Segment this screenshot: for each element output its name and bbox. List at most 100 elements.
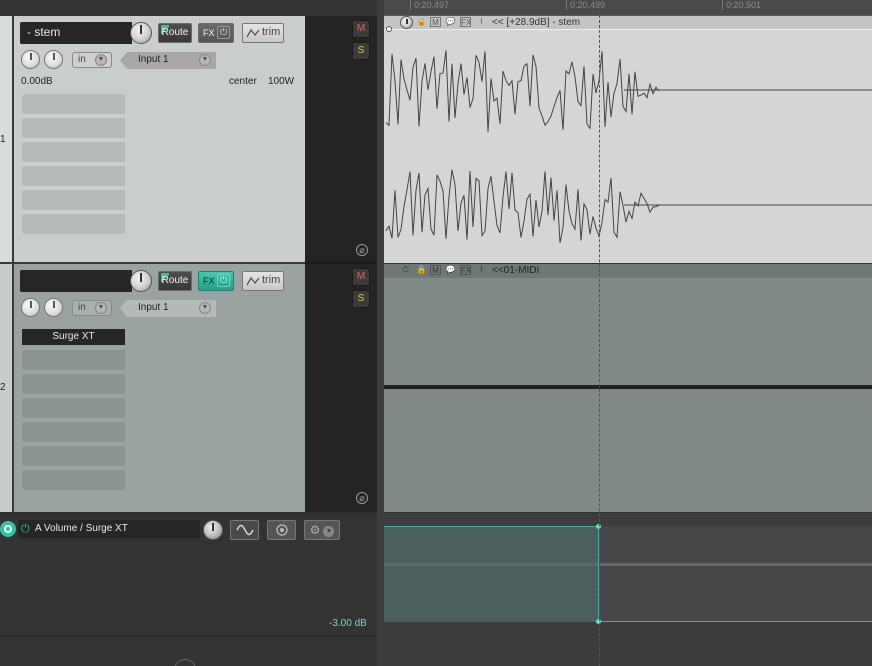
track-1-fx-slot[interactable] [22, 166, 125, 186]
envelope-icon[interactable]: ⌇ [476, 265, 487, 275]
track-2-fx-label: FX [203, 276, 215, 286]
power-icon[interactable]: ⏻ [21, 520, 30, 538]
envelope-icon[interactable]: ⌇ [476, 17, 487, 27]
track-2-number: 2 [0, 382, 6, 393]
envelope-lane-panel[interactable]: ⏻ A Volume / Surge XT ⚙ ▼ -3.00 dB [0, 513, 377, 635]
lock-icon[interactable]: 🔒 [416, 265, 427, 275]
ruler-tick [722, 0, 723, 10]
phase-invert-icon[interactable]: ⌀ [356, 492, 368, 504]
track-2-controls: Route FX ⏻ trim in ▼ IN FX Input 1 ▼ Sur… [14, 264, 305, 512]
midi-item[interactable] [384, 264, 872, 512]
envelope-arm-button[interactable] [267, 520, 296, 540]
envelope-icon [246, 28, 260, 38]
mute-icon[interactable]: M [430, 265, 441, 275]
timeline-ruler[interactable]: 0:20.497 0:20.499 0:20.501 [384, 0, 872, 16]
track-2-solo-button[interactable]: S [352, 290, 370, 308]
track-1-route-label: Route [161, 27, 189, 38]
track-1-trim-label: trim [262, 26, 281, 38]
track-2-route-button[interactable]: Route [158, 271, 192, 291]
track-1-fx-slot[interactable] [22, 214, 125, 234]
track-2-panel[interactable]: 2 Route FX ⏻ trim in ▼ IN FX Input 1 ▼ S… [0, 264, 305, 512]
track-1-panel[interactable]: 1 - stem Route FX ⏻ trim in ▼ IN FX Inpu… [0, 16, 305, 263]
track-2-fx-slot[interactable] [22, 446, 125, 466]
track-1-pan-knob[interactable] [21, 50, 40, 69]
midi-item-header: ⏻ 🔒 M 💬 FX ⌇ <<01-MIDI [384, 264, 872, 277]
fx-bypass-power-icon[interactable]: ⏻ [217, 26, 230, 39]
track-2-name-field[interactable] [20, 270, 132, 292]
power-icon[interactable]: ⏻ [400, 265, 411, 275]
track-2-fx-slot[interactable] [22, 350, 125, 370]
track-1-solo-button[interactable]: S [352, 42, 370, 60]
track-1-fx-slot[interactable] [22, 142, 125, 162]
phase-invert-icon[interactable]: ⌀ [356, 244, 368, 256]
track-1-width-knob[interactable] [44, 50, 63, 69]
track-1-fx-slot[interactable] [22, 190, 125, 210]
chevron-down-icon[interactable]: ▼ [95, 302, 107, 314]
track-1-pan-readout: center [229, 76, 257, 87]
mute-icon[interactable]: M [430, 17, 441, 27]
envelope-line [599, 621, 872, 622]
track-1-fx-button[interactable]: FX ⏻ [198, 23, 234, 43]
chevron-down-icon[interactable]: ▼ [199, 302, 211, 314]
track-2-fx-button[interactable]: FX ⏻ [198, 271, 234, 291]
envelope-name-field[interactable]: ⏻ A Volume / Surge XT [18, 520, 200, 538]
envelope-icon [246, 276, 260, 286]
fx-bypass-power-icon[interactable]: ⏻ [217, 274, 230, 287]
track-1-fx-slot[interactable] [22, 118, 125, 138]
track-1-width-readout: 100W [268, 76, 295, 87]
fx-icon[interactable]: FX [460, 17, 471, 27]
strip-divider [305, 262, 377, 264]
tcp-top-spacer [0, 0, 377, 16]
item-volume-knob[interactable] [400, 16, 413, 29]
track-1-number: 1 [0, 134, 6, 145]
ruler-time-label: 0:20.501 [726, 0, 762, 10]
envelope-shape-button[interactable] [230, 520, 259, 540]
envelope-center-line [384, 563, 872, 566]
lock-icon[interactable]: 🔒 [416, 17, 427, 27]
audio-item-header: 🔒 M 💬 FX ⌇ << [+28.9dB] - stem [384, 16, 872, 29]
envelope-lane[interactable] [384, 513, 872, 666]
ruler-time-label: 0:20.497 [414, 0, 450, 10]
track-2-trim-label: trim [262, 274, 281, 286]
track-1-mute-button[interactable]: M [352, 20, 370, 38]
track-2-fx-slot[interactable] [22, 422, 125, 442]
bottom-bar [0, 635, 377, 666]
track-2-fx-slot[interactable] [22, 470, 125, 490]
track-2-mute-button[interactable]: M [352, 268, 370, 286]
chevron-down-icon: ▼ [323, 526, 335, 537]
envelope-settings-button[interactable]: ⚙ ▼ [304, 520, 340, 540]
tracks-divider [0, 262, 305, 264]
fx-icon[interactable]: FX [460, 265, 471, 275]
track-1-route-button[interactable]: Route [158, 23, 192, 43]
track-2-fx-slot-surge[interactable]: Surge XT [22, 329, 125, 345]
audio-item-stem[interactable] [384, 16, 872, 263]
track-2-width-knob[interactable] [44, 298, 63, 317]
chevron-down-icon[interactable]: ▼ [199, 54, 211, 66]
track-2-fx-slot[interactable] [22, 374, 125, 394]
track-1-trim-button[interactable]: trim [242, 23, 284, 43]
envelope-area-fill [384, 526, 599, 622]
track-2-volume-knob[interactable] [130, 270, 152, 292]
edit-cursor[interactable] [599, 0, 600, 666]
track-1-volume-knob[interactable] [130, 22, 152, 44]
track-2-trim-button[interactable]: trim [242, 271, 284, 291]
track-2-pan-knob[interactable] [21, 298, 40, 317]
track-2-route-label: Route [161, 275, 189, 286]
track-1-fx-slot[interactable] [22, 94, 125, 114]
track-2-in-label: in [78, 302, 86, 313]
audio-item-label: << [+28.9dB] - stem [492, 17, 581, 28]
track-1-volume-readout: 0.00dB [21, 76, 53, 87]
notes-icon[interactable]: 💬 [445, 17, 456, 27]
ruler-tick [566, 0, 567, 10]
add-track-icon[interactable] [174, 659, 196, 666]
tcp-arrange-divider[interactable] [377, 0, 384, 666]
envelope-active-indicator[interactable] [0, 521, 16, 537]
ruler-tick [410, 0, 411, 10]
track-2-fx-slot[interactable] [22, 398, 125, 418]
envelope-value-knob[interactable] [203, 520, 223, 540]
track-1-name-field[interactable]: - stem [20, 22, 132, 44]
chevron-down-icon[interactable]: ▼ [95, 54, 107, 66]
arm-icon [275, 524, 288, 536]
midi-note [384, 385, 872, 389]
notes-icon[interactable]: 💬 [445, 265, 456, 275]
